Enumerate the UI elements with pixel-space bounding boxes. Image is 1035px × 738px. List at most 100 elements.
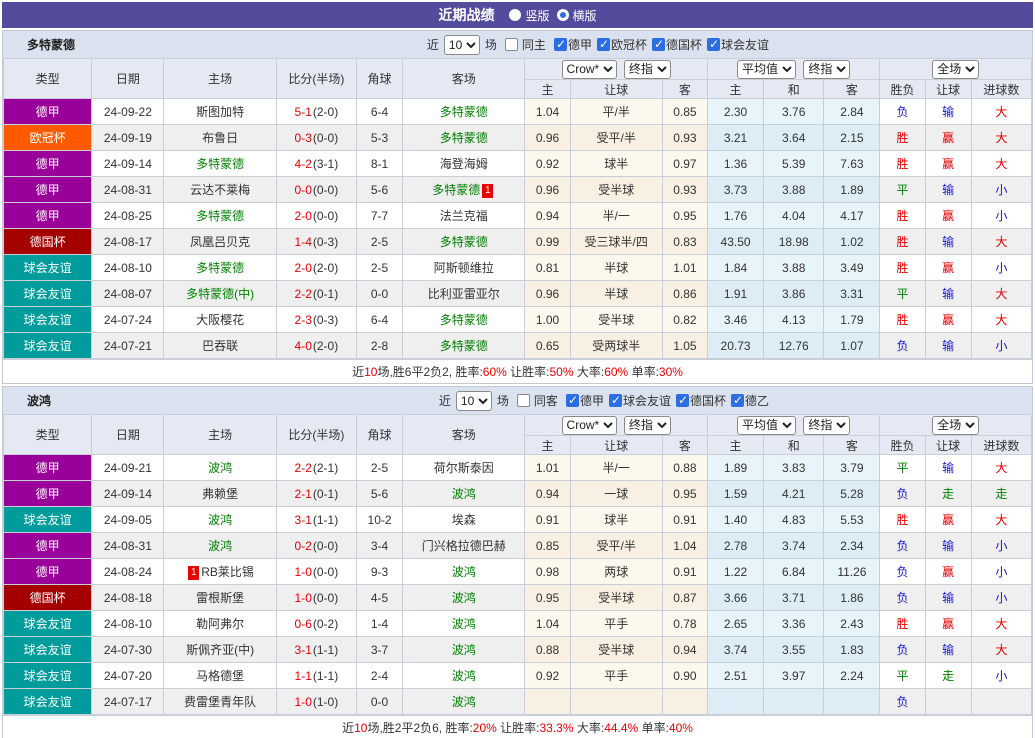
avg-home-odds: 1.59	[707, 481, 763, 507]
avg-index-select[interactable]: 终指	[803, 60, 850, 79]
away-team: 多特蒙德1	[403, 177, 525, 203]
result-text: 大	[995, 235, 1007, 249]
league-checkbox[interactable]	[554, 38, 567, 51]
team-label: 马格德堡	[196, 669, 244, 683]
team-label: 斯图加特	[196, 105, 244, 119]
halftime-score: (0-1)	[313, 287, 338, 301]
odds-index-select[interactable]: 终指	[624, 416, 671, 435]
team-label: 布鲁日	[202, 131, 238, 145]
filterbar: 波鸿 近 10 场 同客 德甲球会友谊德国杯德乙	[3, 387, 1032, 414]
same-venue-label: 同主	[522, 36, 546, 53]
avg-home-odds: 1.76	[707, 203, 763, 229]
odds-index-select[interactable]: 终指	[624, 60, 671, 79]
result-text: 大	[995, 157, 1007, 171]
result-wdl: 负	[880, 533, 925, 559]
away-team: 多特蒙德	[403, 307, 525, 333]
avg-select[interactable]: 平均值	[737, 60, 796, 79]
avg-draw-odds: 3.74	[764, 533, 824, 559]
avg-home-odds: 2.30	[707, 99, 763, 125]
radio-option-vertical[interactable]: 竖版	[509, 7, 549, 24]
league-filter-group: 德甲球会友谊德国杯德乙	[561, 392, 769, 409]
match-type-badge: 德甲	[4, 203, 92, 229]
league-checkbox[interactable]	[609, 394, 622, 407]
subcol-result-handicap: 让球	[925, 80, 971, 99]
result-handicap: 输	[925, 585, 971, 611]
same-venue-checkbox[interactable]	[517, 394, 530, 407]
halftime-score: (0-0)	[313, 183, 338, 197]
away-odds: 0.97	[662, 151, 707, 177]
result-text: 输	[942, 105, 954, 119]
home-odds	[525, 689, 570, 715]
same-venue-checkbox[interactable]	[505, 38, 518, 51]
avg-index-select[interactable]: 终指	[803, 416, 850, 435]
fulltime-score: 0-2	[295, 539, 312, 553]
league-checkbox[interactable]	[597, 38, 610, 51]
radio-vertical-icon[interactable]	[509, 9, 521, 21]
table-row: 德国杯24-08-18雷根斯堡1-0(0-0)4-5波鸿0.95受半球0.873…	[4, 585, 1032, 611]
summary-segment: 40%	[669, 721, 693, 735]
radio-option-horizontal[interactable]: 横版	[557, 7, 597, 24]
subcol-avg-draw: 和	[764, 80, 824, 99]
league-checkbox[interactable]	[731, 394, 744, 407]
odds-source-select[interactable]: Crow*	[562, 416, 617, 435]
away-odds: 1.05	[662, 333, 707, 359]
avg-away-odds: 2.84	[824, 99, 880, 125]
home-team: 弗赖堡	[164, 481, 276, 507]
match-score: 2-2(2-1)	[276, 455, 356, 481]
handicap: 半/一	[570, 455, 662, 481]
result-handicap: 输	[925, 229, 971, 255]
team-label: 门兴格拉德巴赫	[422, 539, 506, 553]
recent-count-select[interactable]: 10	[456, 391, 492, 411]
away-team: 比利亚雷亚尔	[403, 281, 525, 307]
scope-select[interactable]: 全场	[932, 416, 979, 435]
result-goals: 大	[971, 637, 1031, 663]
avg-draw-odds: 4.83	[764, 507, 824, 533]
avg-draw-odds: 6.84	[764, 559, 824, 585]
away-team: 荷尔斯泰因	[403, 455, 525, 481]
home-odds: 0.88	[525, 637, 570, 663]
rank-badge: 1	[482, 184, 493, 198]
result-handicap: 赢	[925, 151, 971, 177]
corners: 2-8	[356, 333, 402, 359]
team-label: 波鸿	[452, 591, 476, 605]
table-row: 德甲24-08-25多特蒙德2-0(0-0)7-7法兰克福0.94半/一0.95…	[4, 203, 1032, 229]
table-row: 球会友谊24-08-10勒阿弗尔0-6(0-2)1-4波鸿1.04平手0.782…	[4, 611, 1032, 637]
match-type-badge: 德甲	[4, 481, 92, 507]
result-handicap: 赢	[925, 507, 971, 533]
match-date: 24-09-19	[92, 125, 164, 151]
fulltime-score: 2-2	[295, 287, 312, 301]
halftime-score: (1-1)	[313, 669, 338, 683]
match-date: 24-08-10	[92, 255, 164, 281]
league-checkbox[interactable]	[566, 394, 579, 407]
table-row: 德甲24-09-22斯图加特5-1(2-0)6-4多特蒙德1.04平/半0.85…	[4, 99, 1032, 125]
recent-count-select[interactable]: 10	[444, 35, 480, 55]
avg-select[interactable]: 平均值	[737, 416, 796, 435]
halftime-score: (3-1)	[313, 157, 338, 171]
halftime-score: (2-1)	[313, 461, 338, 475]
subcol-avg-away: 客	[824, 436, 880, 455]
corners: 5-6	[356, 177, 402, 203]
result-goals: 小	[971, 533, 1031, 559]
corners: 3-7	[356, 637, 402, 663]
radio-horizontal-icon[interactable]	[557, 9, 569, 21]
match-date: 24-07-30	[92, 637, 164, 663]
league-checkbox[interactable]	[707, 38, 720, 51]
avg-away-odds: 1.83	[824, 637, 880, 663]
result-handicap: 走	[925, 663, 971, 689]
match-type-badge: 德甲	[4, 455, 92, 481]
fulltime-score: 1-0	[295, 695, 312, 709]
halftime-score: (2-0)	[313, 339, 338, 353]
league-checkbox[interactable]	[652, 38, 665, 51]
match-type-badge: 德甲	[4, 99, 92, 125]
match-date: 24-09-14	[92, 481, 164, 507]
home-team: 布鲁日	[164, 125, 276, 151]
scope-select[interactable]: 全场	[932, 60, 979, 79]
home-team: 勒阿弗尔	[164, 611, 276, 637]
league-checkbox-label: 欧冠杯	[611, 36, 647, 53]
league-checkbox[interactable]	[676, 394, 689, 407]
halftime-score: (0-1)	[313, 487, 338, 501]
table-row: 球会友谊24-07-21巴吞联4-0(2-0)2-8多特蒙德0.65受两球半1.…	[4, 333, 1032, 359]
odds-source-select[interactable]: Crow*	[562, 60, 617, 79]
avg-away-odds: 3.49	[824, 255, 880, 281]
avg-home-odds: 1.84	[707, 255, 763, 281]
